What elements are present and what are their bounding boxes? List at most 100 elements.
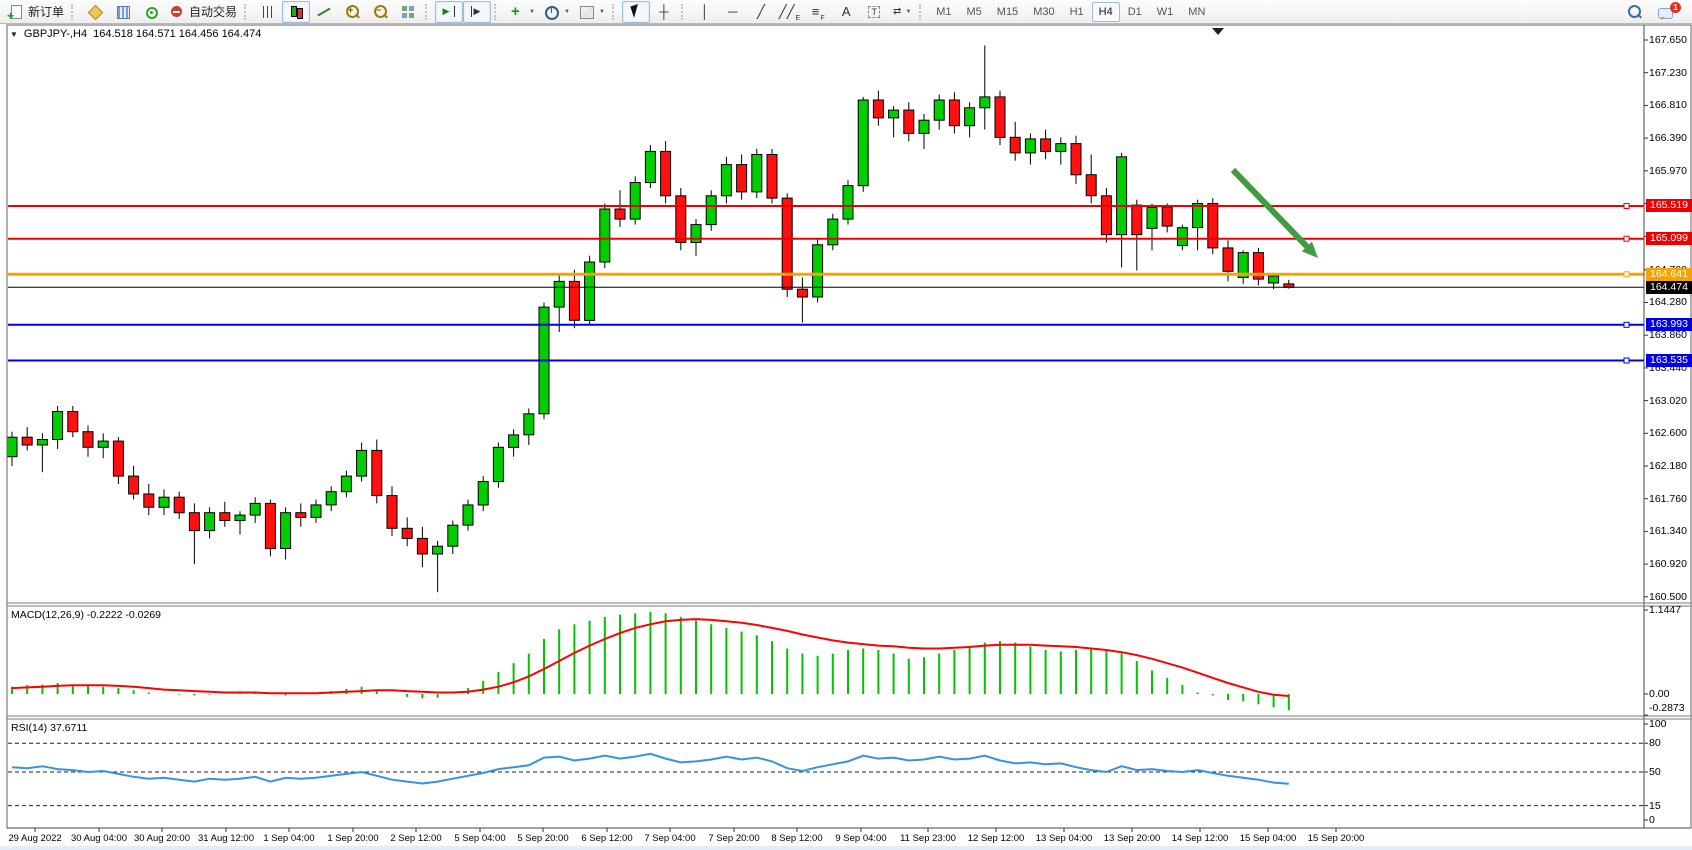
chat-button[interactable]: 1 — [1654, 1, 1682, 23]
symbol-dropdown-icon[interactable]: ▼ — [10, 30, 18, 39]
label-tool-button[interactable]: T — [860, 1, 888, 23]
cursor-icon — [627, 4, 644, 20]
candle-body — [995, 97, 1005, 137]
time-axis-label: 2 Sep 12:00 — [390, 833, 441, 844]
candle-body — [889, 110, 899, 118]
zoom-out-button[interactable]: − — [366, 1, 394, 23]
channel-tool-button[interactable]: ╱╱E — [775, 1, 804, 23]
toolbar-grip — [612, 4, 619, 20]
candle-body — [53, 412, 63, 440]
cursor-tool-button[interactable] — [622, 1, 650, 23]
line-chart-mode-button[interactable] — [310, 1, 338, 23]
candle-body — [326, 492, 336, 505]
candle-body — [281, 513, 291, 549]
tile-windows-button[interactable] — [394, 1, 422, 23]
trendline-icon: ╱ — [757, 5, 765, 18]
candlestick-mode-button[interactable] — [282, 1, 310, 23]
price-line-tag[interactable]: 163.993 — [1646, 318, 1692, 331]
rsi-axis-label: 80 — [1649, 737, 1661, 749]
paint-bucket-icon — [87, 4, 104, 20]
price-line-tag[interactable]: 165.519 — [1646, 199, 1692, 212]
price-line-handle[interactable] — [1624, 272, 1629, 277]
trend-arrow-annotation[interactable] — [1233, 170, 1307, 246]
candle-body — [585, 262, 595, 320]
price-line-handle[interactable] — [1624, 322, 1629, 327]
time-axis-label: 1 Sep 04:00 — [263, 833, 314, 844]
candle-body — [144, 494, 154, 507]
candle-body — [372, 450, 382, 495]
auto-scroll-icon — [441, 4, 458, 20]
candle-body — [843, 186, 853, 220]
text-tool-button[interactable]: A — [832, 1, 860, 23]
search-button[interactable] — [1620, 1, 1648, 23]
arrows-tool-button[interactable]: ⇄▼ — [888, 1, 916, 23]
price-tick-label: 167.650 — [1649, 34, 1687, 46]
candle-body — [68, 412, 78, 432]
macd-axis-label: 1.1447 — [1649, 604, 1681, 616]
chart-info-line: ▼ GBPJPY-,H4 164.518 164.571 164.456 164… — [10, 28, 261, 40]
fibonacci-tool-button[interactable]: ≡F — [804, 1, 832, 23]
vertical-line-tool-button[interactable]: │ — [691, 1, 719, 23]
timeframe-H1[interactable]: H1 — [1063, 2, 1091, 22]
crosshair-tool-button[interactable]: ┼ — [650, 1, 678, 23]
chart-canvas[interactable] — [0, 0, 1692, 850]
timeframe-M1[interactable]: M1 — [929, 2, 958, 22]
price-line-handle[interactable] — [1624, 236, 1629, 241]
auto-trading-label: 自动交易 — [189, 3, 237, 20]
timeframe-MN[interactable]: MN — [1181, 2, 1212, 22]
price-line-tag[interactable]: 164.641 — [1646, 268, 1692, 281]
candle-body — [189, 513, 199, 531]
horizontal-line-tool-button[interactable]: ─ — [719, 1, 747, 23]
fibonacci-icon: ≡ — [812, 5, 820, 18]
macd-axis-label: 0.00 — [1649, 688, 1669, 700]
price-tick-label: 163.020 — [1649, 395, 1687, 407]
channel-sub-label: E — [796, 15, 801, 22]
price-tick-label: 165.970 — [1649, 165, 1687, 177]
price-line-handle[interactable] — [1624, 204, 1629, 209]
time-axis-label: 30 Aug 20:00 — [134, 833, 190, 844]
price-tick-label: 160.920 — [1649, 558, 1687, 570]
search-icon — [1626, 4, 1643, 20]
timeframe-M30[interactable]: M30 — [1026, 2, 1061, 22]
price-line-tag[interactable]: 165.099 — [1646, 232, 1692, 245]
price-line-handle[interactable] — [1624, 358, 1629, 363]
current-price-tag[interactable]: 164.474 — [1646, 281, 1692, 294]
new-order-button[interactable]: 新订单 — [4, 1, 68, 23]
time-axis-label: 11 Sep 23:00 — [900, 833, 956, 844]
price-line-tag[interactable]: 163.535 — [1646, 354, 1692, 367]
periods-button[interactable]: ▼ — [539, 1, 574, 23]
candle-body — [1132, 205, 1142, 235]
styler-button[interactable] — [81, 1, 109, 23]
candle-body — [554, 281, 564, 307]
time-axis-label: 7 Sep 04:00 — [644, 833, 695, 844]
signal-icon — [143, 4, 160, 20]
price-tick-label: 166.810 — [1649, 99, 1687, 111]
candle-body — [858, 100, 868, 186]
timeframe-M5[interactable]: M5 — [960, 2, 989, 22]
trendline-tool-button[interactable]: ╱ — [747, 1, 775, 23]
candle-body — [904, 110, 914, 133]
time-axis-label: 13 Sep 04:00 — [1036, 833, 1093, 844]
candle-body — [433, 546, 443, 554]
timeframe-D1[interactable]: D1 — [1121, 2, 1149, 22]
templates-button[interactable]: ▼ — [574, 1, 609, 23]
rsi-name: RSI(14) — [11, 722, 47, 734]
zoom-in-button[interactable]: + — [338, 1, 366, 23]
zoom-in-icon: + — [344, 4, 361, 20]
candle-body — [767, 155, 777, 199]
template-icon — [578, 4, 595, 20]
auto-scroll-button[interactable] — [435, 1, 463, 23]
indicators-button[interactable]: ▼ — [504, 1, 539, 23]
chart-shift-button[interactable] — [463, 1, 491, 23]
profiles-button[interactable] — [109, 1, 137, 23]
chart-shift-marker[interactable] — [1212, 28, 1224, 35]
candle-body — [873, 100, 883, 118]
candle-body — [737, 165, 747, 192]
candle-body — [1086, 175, 1096, 196]
auto-trading-button[interactable]: 自动交易 — [165, 1, 241, 23]
timeframe-H4[interactable]: H4 — [1092, 2, 1120, 22]
timeframe-M15[interactable]: M15 — [990, 2, 1025, 22]
timeframe-W1[interactable]: W1 — [1150, 2, 1181, 22]
bar-chart-mode-button[interactable] — [254, 1, 282, 23]
signals-button[interactable] — [137, 1, 165, 23]
